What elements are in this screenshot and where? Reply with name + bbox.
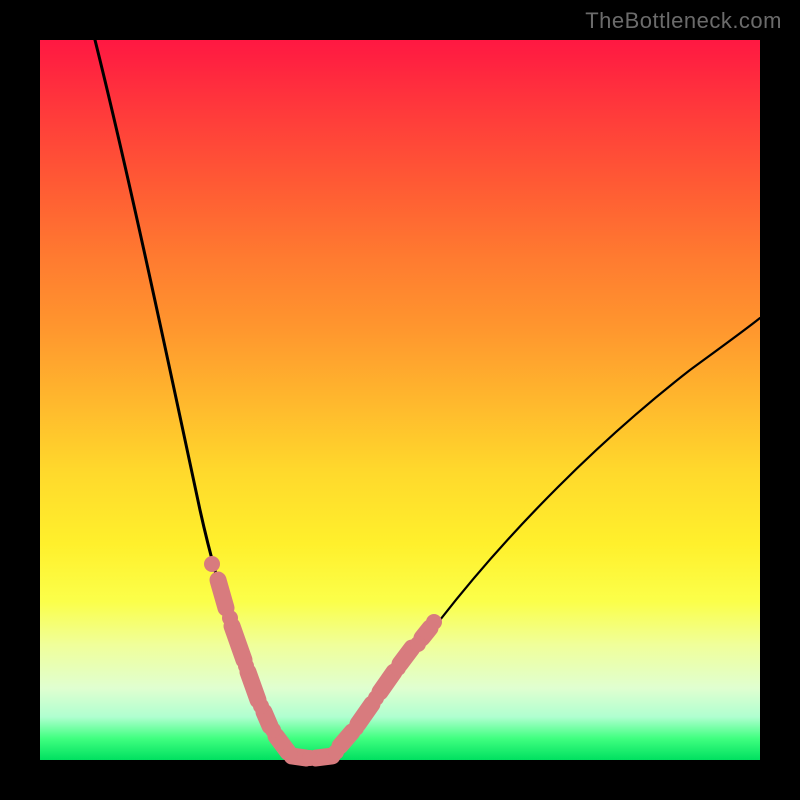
plot-area — [40, 40, 760, 760]
chart-frame: TheBottleneck.com — [0, 0, 800, 800]
curve-layer — [40, 40, 760, 760]
bottleneck-curve-left — [95, 40, 312, 758]
watermark-label: TheBottleneck.com — [585, 8, 782, 34]
